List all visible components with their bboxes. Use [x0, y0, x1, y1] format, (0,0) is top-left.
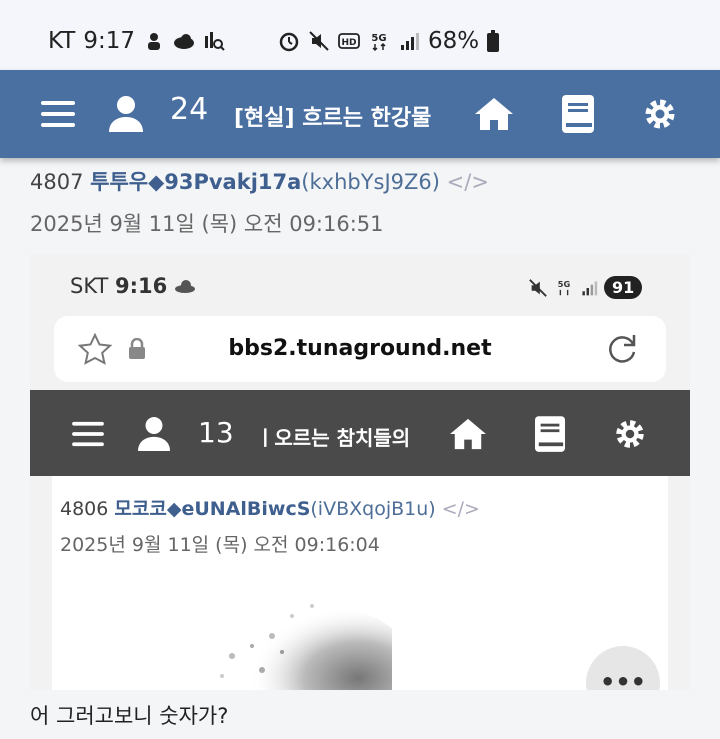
code-icon[interactable]: </> [442, 498, 480, 520]
mute-icon [309, 31, 329, 51]
cloud-icon [174, 34, 195, 49]
alarm-icon [279, 32, 299, 52]
svg-text:HD: HD [341, 38, 356, 48]
battery-icon [487, 30, 500, 52]
embedded-user-button[interactable] [132, 412, 176, 456]
embedded-menu-button[interactable] [66, 412, 110, 456]
post-author: 투투우◆93Pvakj17a [90, 170, 302, 194]
status-left: KT 9:17 [48, 28, 225, 54]
gear-icon [645, 99, 675, 129]
post-number[interactable]: 4807 [30, 170, 83, 194]
embedded-post-date: 2025년 9월 11일 (목) 오전 09:16:04 [60, 534, 380, 556]
code-icon[interactable]: </> [447, 170, 489, 194]
embedded-post: 4806 모코코◆eUNAlBiwcS(iVBXqojB1u) </> 2025… [52, 476, 668, 690]
embedded-battery: 91 [604, 276, 643, 299]
user-button[interactable] [104, 92, 148, 136]
5g-icon: 5G [558, 279, 571, 295]
game-icon [148, 33, 161, 50]
url-bar[interactable]: bbs2.tunaground.net [54, 316, 666, 382]
book-icon [535, 416, 565, 452]
embedded-carrier: SKT 9:16 [70, 274, 196, 298]
embedded-post-user-id: (iVBXqojB1u) [310, 498, 436, 520]
search-chart-icon [205, 32, 225, 51]
book-button[interactable] [556, 92, 600, 136]
post-date: 2025년 9월 11일 (목) 오전 09:16:51 [30, 212, 384, 236]
embedded-post-header: 4806 모코코◆eUNAlBiwcS(iVBXqojB1u) </> [60, 494, 480, 521]
post-header: 4807 투투우◆93Pvakj17a(kxhbYsJ9Z6) </> [30, 166, 489, 196]
user-icon [109, 96, 143, 132]
gear-icon [616, 420, 644, 448]
thread-title[interactable]: [현실] 흐르는 한강물 [234, 100, 440, 132]
status-right: HD 5G 68% [278, 28, 500, 54]
embedded-screenshot: SKT 9:16 5G 91 bbs2.tunaground.net 13 ㅣ오… [30, 254, 690, 690]
embedded-post-number[interactable]: 4806 [60, 498, 108, 520]
smoke-image [220, 604, 392, 690]
menu-icon [72, 421, 104, 447]
embedded-carrier-label: SKT [70, 274, 109, 298]
5g-icon: 5G [371, 33, 387, 52]
svg-text:5G: 5G [558, 279, 571, 289]
home-button[interactable] [472, 92, 516, 136]
embedded-clock: 9:16 [115, 274, 168, 298]
embedded-status-bar: SKT 9:16 5G 91 [30, 254, 690, 316]
battery-percent: 68% [428, 28, 480, 54]
thread-count: 24 [170, 92, 209, 127]
menu-icon [41, 101, 75, 127]
top-nav-bar: 24 [현실] 흐르는 한강물 [0, 70, 720, 158]
embedded-post-author: 모코코◆eUNAlBiwcS [114, 498, 311, 520]
mute-icon [529, 278, 547, 297]
embedded-home-button[interactable] [446, 412, 490, 456]
url-text[interactable]: bbs2.tunaground.net [54, 336, 666, 361]
menu-button[interactable] [36, 92, 80, 136]
embedded-book-button[interactable] [528, 412, 572, 456]
home-icon [450, 418, 486, 450]
signal-icon [401, 33, 419, 50]
embedded-status-right: 5G 91 [528, 276, 643, 299]
hd-icon: HD [338, 33, 360, 49]
settings-button[interactable] [638, 92, 682, 136]
svg-text:5G: 5G [371, 33, 386, 44]
post-user-id: (kxhbYsJ9Z6) [301, 170, 440, 194]
embedded-nav-bar: 13 ㅣ오르는 참치들의 [30, 390, 690, 476]
book-icon [562, 95, 594, 133]
embedded-thread-count: 13 [198, 416, 234, 449]
reload-icon[interactable] [606, 332, 640, 366]
status-bar: KT 9:17 HD 5G 68% [0, 0, 720, 70]
post-body: 어 그러고보니 숫자가? [30, 704, 229, 728]
embedded-thread-title[interactable]: ㅣ오르는 참치들의 [256, 422, 416, 451]
user-icon [138, 417, 170, 451]
clock: 9:17 [83, 28, 136, 54]
carrier-label: KT [48, 28, 76, 54]
signal-icon [582, 280, 598, 295]
embedded-settings-button[interactable] [608, 412, 652, 456]
home-icon [475, 98, 513, 130]
cloud-icon [174, 280, 195, 293]
